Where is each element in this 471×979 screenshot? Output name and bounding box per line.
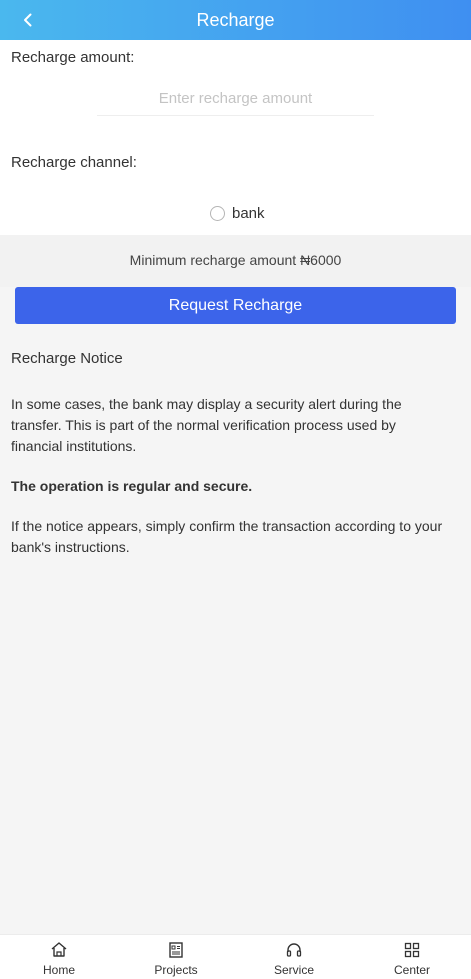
tab-home-label: Home bbox=[42, 963, 75, 977]
notice-paragraph-bold: The operation is regular and secure. bbox=[11, 478, 253, 494]
tab-service[interactable]: Service bbox=[254, 935, 334, 979]
recharge-form: Recharge amount: Recharge channel: bank bbox=[0, 40, 471, 235]
header-bar: Recharge bbox=[0, 0, 471, 40]
channel-option-bank[interactable]: bank bbox=[210, 203, 265, 223]
notice-paragraph: In some cases, the bank may display a se… bbox=[11, 396, 402, 454]
recharge-amount-label: Recharge amount: bbox=[11, 49, 135, 66]
tab-projects-label: Projects bbox=[154, 963, 198, 977]
page-title: Recharge bbox=[196, 9, 275, 30]
grid-icon bbox=[404, 942, 420, 958]
tab-service-label: Service bbox=[273, 963, 314, 977]
headset-icon bbox=[286, 943, 302, 957]
recharge-amount-input[interactable] bbox=[97, 82, 374, 116]
notice-title: Recharge Notice bbox=[11, 350, 123, 367]
back-button[interactable] bbox=[16, 8, 40, 32]
home-icon bbox=[51, 942, 67, 957]
tab-projects[interactable]: Projects bbox=[136, 935, 216, 979]
tab-center[interactable]: Center bbox=[372, 935, 452, 979]
request-recharge-button[interactable]: Request Recharge bbox=[15, 287, 456, 324]
bottom-tab-bar: Home Projects Service Center bbox=[0, 934, 471, 979]
projects-icon bbox=[169, 942, 183, 958]
notice-paragraph: If the notice appears, simply confirm th… bbox=[11, 518, 443, 555]
minimum-recharge-note: Minimum recharge amount ₦6000 bbox=[129, 252, 342, 268]
tab-home[interactable]: Home bbox=[19, 935, 99, 979]
tab-center-label: Center bbox=[393, 963, 431, 977]
bank-radio[interactable] bbox=[210, 205, 225, 221]
recharge-channel-label: Recharge channel: bbox=[11, 154, 137, 171]
channel-option-label: bank bbox=[232, 204, 265, 222]
recharge-notice: Recharge Notice In some cases, the bank … bbox=[11, 350, 451, 558]
chevron-left-icon bbox=[24, 13, 32, 27]
